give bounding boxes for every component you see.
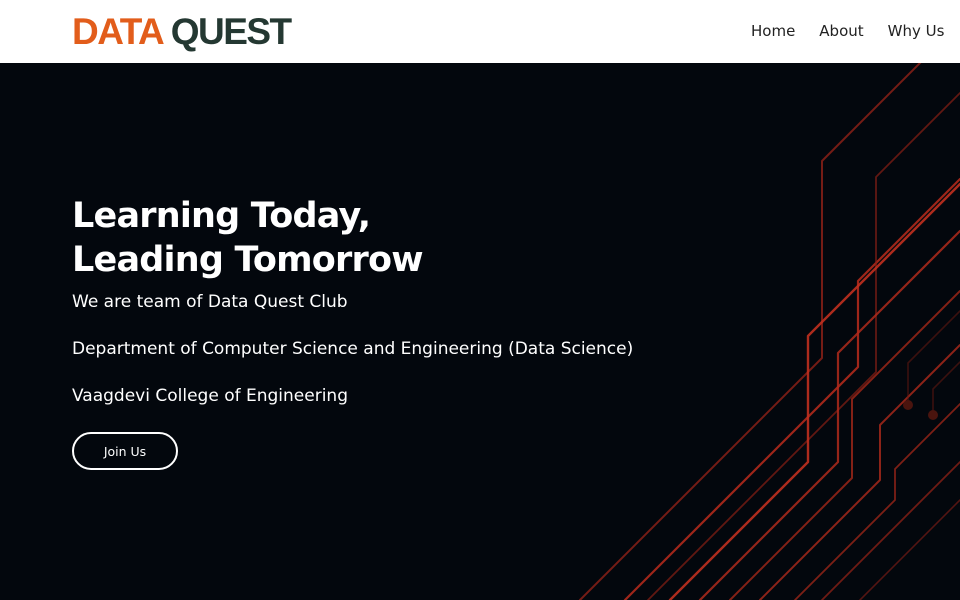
hero-department-text: Department of Computer Science and Engin…: [72, 339, 634, 359]
site-logo[interactable]: DATA QUEST: [72, 11, 292, 52]
circuit-lines-decoration: [579, 63, 960, 600]
nav-link-about[interactable]: About: [819, 21, 863, 41]
hero-headline-line-2: Leading Tomorrow: [72, 240, 424, 280]
nav-link-why-us[interactable]: Why Us: [888, 21, 945, 41]
hero-headline-line-1: Learning Today,: [72, 196, 371, 236]
hero-college-text: Vaagdevi College of Engineering: [72, 386, 348, 406]
navbar: DATA QUEST Home About Why Us: [0, 0, 960, 63]
logo-text-quest: QUEST: [170, 11, 292, 52]
join-us-button[interactable]: Join Us: [72, 432, 178, 470]
main-nav: Home About Why Us: [751, 21, 944, 41]
nav-link-home[interactable]: Home: [751, 21, 795, 41]
logo-text-data: DATA: [72, 11, 163, 52]
hero-headline: Learning Today, Leading Tomorrow: [72, 194, 424, 282]
hero-section: Learning Today, Leading Tomorrow We are …: [0, 63, 960, 600]
hero-club-text: We are team of Data Quest Club: [72, 292, 348, 312]
